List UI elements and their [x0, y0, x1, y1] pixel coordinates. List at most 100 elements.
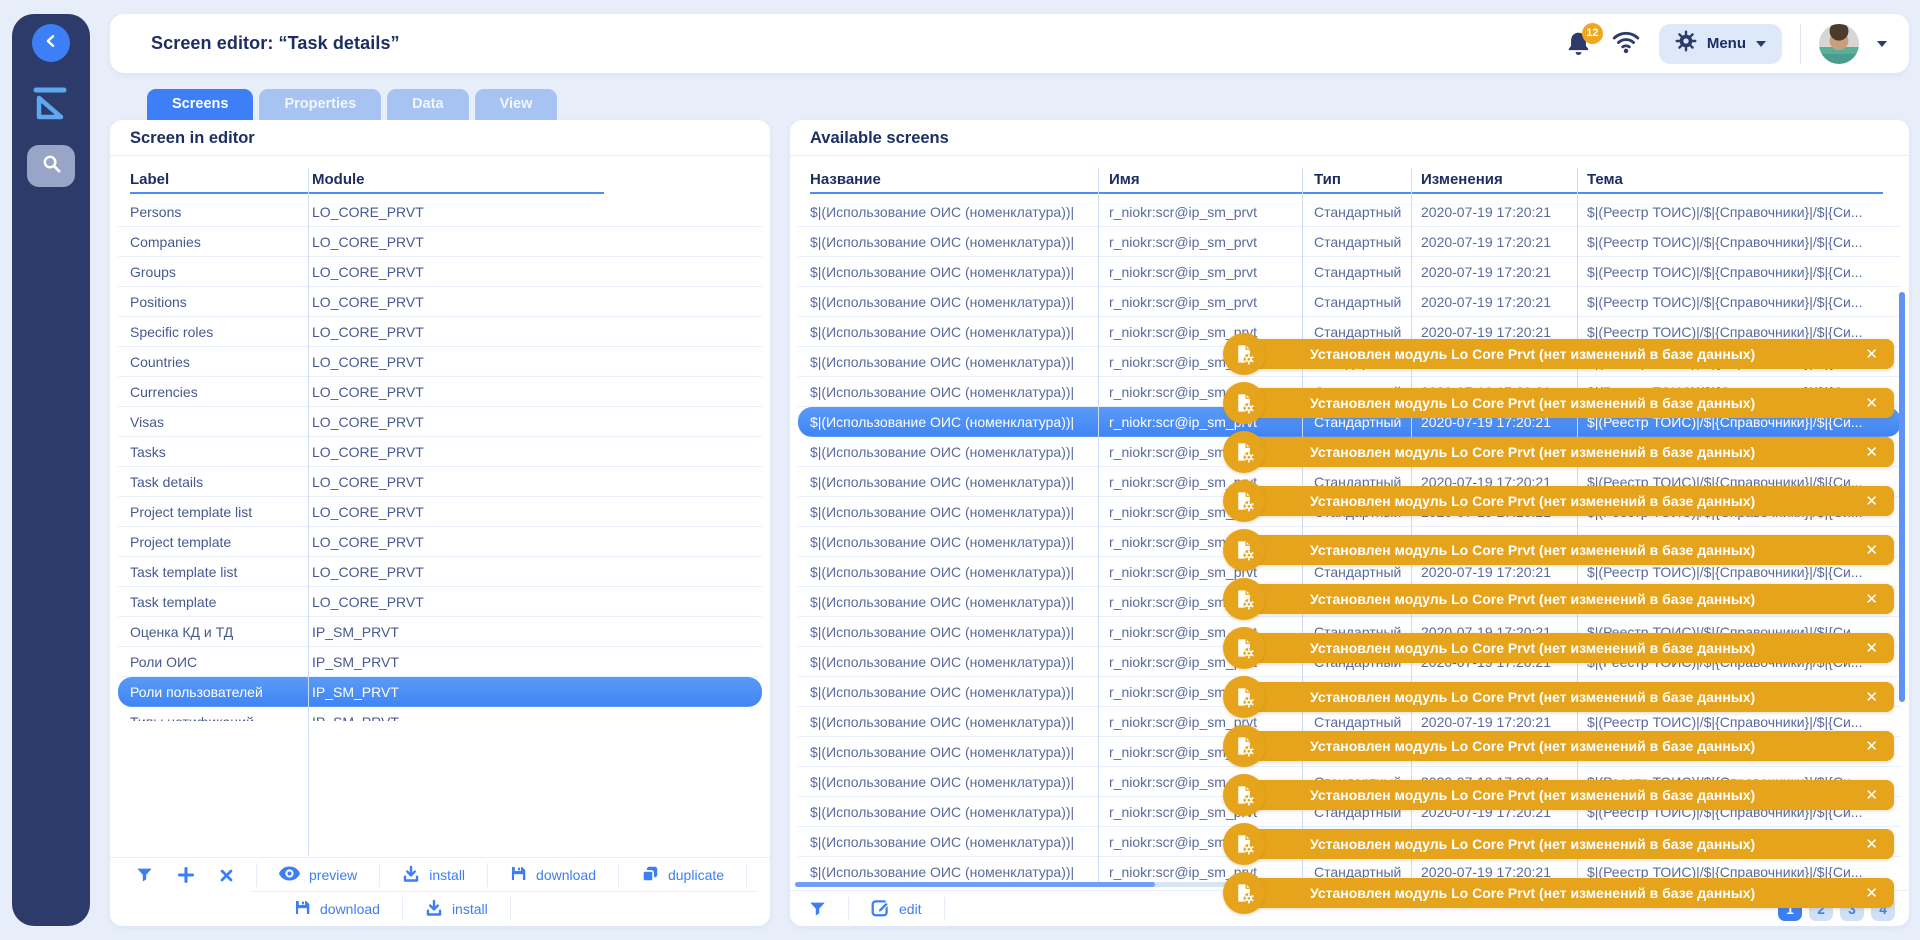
menu-button[interactable]: Menu: [1658, 23, 1782, 64]
save-icon: [510, 865, 527, 885]
tab-bar: Screens Properties Data View: [147, 89, 558, 120]
row-label: Task template list: [130, 563, 238, 580]
back-button[interactable]: [32, 24, 70, 62]
row-changed: 2020-07-19 17:20:21: [1421, 263, 1551, 280]
row-label: Visas: [130, 413, 164, 430]
duplicate-button[interactable]: duplicate: [619, 865, 746, 886]
button-label: install: [429, 867, 466, 883]
download-button[interactable]: download: [488, 865, 618, 885]
close-icon[interactable]: ✕: [1865, 788, 1878, 803]
editor-row[interactable]: Оценка КД и ТД IP_SM_PRVT: [118, 617, 762, 647]
row-module: LO_CORE_PRVT: [312, 263, 424, 280]
editor-row[interactable]: Persons LO_CORE_PRVT: [118, 197, 762, 227]
toast-message: Установлен модуль Lo Core Prvt (нет изме…: [1310, 885, 1756, 901]
editor-row[interactable]: Countries LO_CORE_PRVT: [118, 347, 762, 377]
editor-row[interactable]: Currencies LO_CORE_PRVT: [118, 377, 762, 407]
notification-badge: 12: [1581, 22, 1603, 44]
duplicate-icon: [641, 865, 659, 886]
tab-view[interactable]: View: [474, 89, 558, 120]
row-module: LO_CORE_PRVT: [312, 533, 424, 550]
editor-row[interactable]: Positions LO_CORE_PRVT: [118, 287, 762, 317]
toolbar-divider: [509, 897, 511, 921]
close-icon[interactable]: ✕: [1865, 592, 1878, 607]
toast-message: Установлен модуль Lo Core Prvt (нет изме…: [1310, 689, 1756, 705]
row-name: $|(Использование ОИС (номенклатура))|: [810, 863, 1075, 880]
save-icon: [294, 899, 311, 919]
column-header: Имя: [1109, 170, 1140, 188]
toast-bar: Установлен модуль Lo Core Prvt (нет изме…: [1250, 388, 1894, 418]
editor-row[interactable]: Companies LO_CORE_PRVT: [118, 227, 762, 257]
row-type: Стандартный: [1314, 233, 1402, 250]
close-icon[interactable]: ✕: [1865, 690, 1878, 705]
editor-row[interactable]: Типы нотификацийIP_SM_PRVT: [118, 707, 762, 722]
editor-row[interactable]: Task details LO_CORE_PRVT: [118, 467, 762, 497]
editor-row[interactable]: Роли ОИС IP_SM_PRVT: [118, 647, 762, 677]
wifi-icon[interactable]: [1611, 28, 1641, 59]
toast-message: Установлен модуль Lo Core Prvt (нет изме…: [1310, 640, 1756, 656]
install-button[interactable]: install: [403, 899, 510, 920]
module-document-gear-icon: [1223, 774, 1265, 816]
row-name: $|(Использование ОИС (номенклатура))|: [810, 563, 1075, 580]
toast-notification: Установлен модуль Lo Core Prvt (нет изме…: [1223, 725, 1894, 767]
toast-message: Установлен модуль Lo Core Prvt (нет изме…: [1310, 493, 1756, 509]
add-button[interactable]: [177, 866, 195, 884]
row-code: r_niokr:scr@ip_sm_prvt: [1109, 263, 1258, 280]
search-button[interactable]: [27, 145, 75, 187]
toast-bar: Установлен модуль Lo Core Prvt (нет изме…: [1250, 437, 1894, 467]
panel-title: Screen in editor: [130, 129, 255, 147]
row-name: $|(Использование ОИС (номенклатура))|: [810, 743, 1075, 760]
menu-label: Menu: [1706, 35, 1746, 52]
sidebar: [12, 14, 90, 926]
toolbar-divider: [746, 863, 748, 887]
available-row[interactable]: $|(Использование ОИС (номенклатура))| r_n…: [798, 257, 1901, 287]
filter-button[interactable]: [809, 900, 826, 918]
toast-notification: Установлен модуль Lo Core Prvt (нет изме…: [1223, 823, 1894, 865]
editor-row[interactable]: Роли пользователей IP_SM_PRVT: [118, 677, 762, 707]
toast-notification: Установлен модуль Lo Core Prvt (нет изме…: [1223, 431, 1894, 473]
editor-row[interactable]: Visas LO_CORE_PRVT: [118, 407, 762, 437]
close-icon[interactable]: ✕: [1865, 739, 1878, 754]
preview-button[interactable]: preview: [257, 866, 379, 884]
close-icon[interactable]: ✕: [1865, 886, 1878, 901]
row-label: Project template: [130, 533, 232, 550]
horizontal-scrollbar-thumb[interactable]: [795, 882, 1155, 887]
filter-button[interactable]: [136, 866, 153, 884]
tab-properties[interactable]: Properties: [259, 89, 382, 120]
toast-notification: Установлен модуль Lo Core Prvt (нет изме…: [1223, 676, 1894, 718]
toolbar-icon-group: [136, 866, 234, 884]
available-row[interactable]: $|(Использование ОИС (номенклатура))| r_n…: [798, 197, 1901, 227]
row-module: IP_SM_PRVT: [300, 714, 762, 722]
available-row[interactable]: $|(Использование ОИС (номенклатура))| r_n…: [798, 287, 1901, 317]
editor-row[interactable]: Task template LO_CORE_PRVT: [118, 587, 762, 617]
editor-row[interactable]: Project template LO_CORE_PRVT: [118, 527, 762, 557]
close-icon[interactable]: ✕: [1865, 837, 1878, 852]
close-icon[interactable]: ✕: [1865, 347, 1878, 362]
vertical-scrollbar[interactable]: [1899, 292, 1905, 702]
avatar[interactable]: [1819, 23, 1859, 64]
profile-chevron-down-icon[interactable]: [1877, 40, 1887, 47]
editor-row[interactable]: Specific roles LO_CORE_PRVT: [118, 317, 762, 347]
row-name: $|(Использование ОИС (номенклатура))|: [810, 293, 1075, 310]
close-icon[interactable]: ✕: [1865, 641, 1878, 656]
install-button[interactable]: install: [380, 865, 487, 886]
editor-row[interactable]: Task template list LO_CORE_PRVT: [118, 557, 762, 587]
close-icon[interactable]: ✕: [1865, 396, 1878, 411]
module-document-gear-icon: [1223, 382, 1265, 424]
toast-notification: Установлен модуль Lo Core Prvt (нет изме…: [1223, 627, 1894, 669]
editor-row[interactable]: Project template list LO_CORE_PRVT: [118, 497, 762, 527]
editor-row[interactable]: Groups LO_CORE_PRVT: [118, 257, 762, 287]
close-icon[interactable]: ✕: [1865, 494, 1878, 509]
remove-button[interactable]: [219, 868, 234, 883]
editor-row[interactable]: Tasks LO_CORE_PRVT: [118, 437, 762, 467]
row-label: Groups: [130, 263, 176, 280]
row-module: LO_CORE_PRVT: [312, 203, 424, 220]
notifications-button[interactable]: 12: [1565, 22, 1603, 58]
available-row[interactable]: $|(Использование ОИС (номенклатура))| r_n…: [798, 227, 1901, 257]
edit-button[interactable]: edit: [849, 898, 944, 920]
tab-screens[interactable]: Screens: [147, 89, 254, 120]
download-button[interactable]: download: [272, 899, 402, 919]
close-icon[interactable]: ✕: [1865, 543, 1878, 558]
close-icon[interactable]: ✕: [1865, 445, 1878, 460]
tab-data[interactable]: Data: [387, 89, 469, 120]
row-module: LO_CORE_PRVT: [312, 353, 424, 370]
